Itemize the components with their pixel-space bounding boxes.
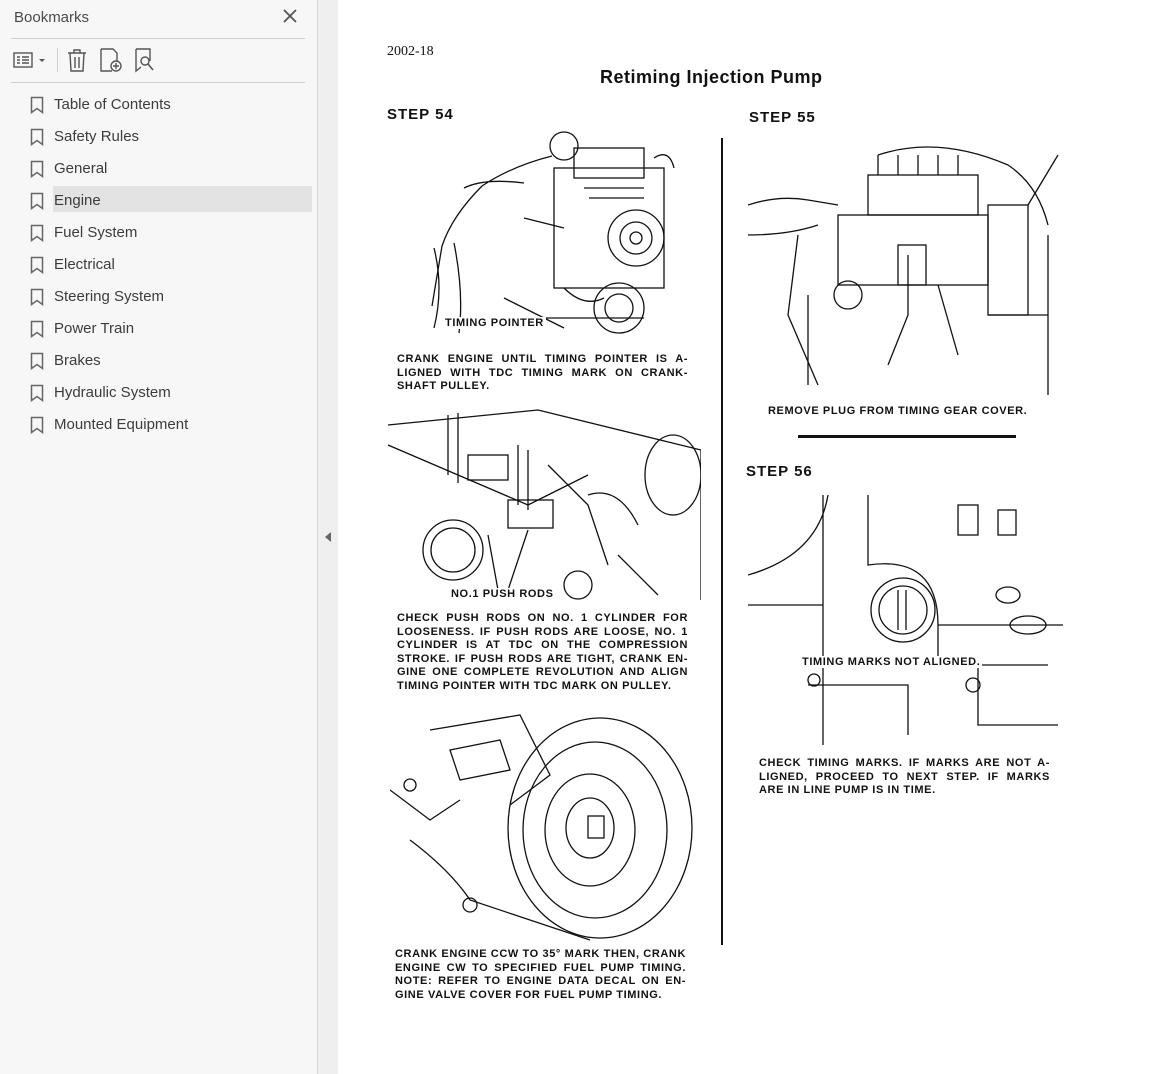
- bookmark-item[interactable]: Table of Contents: [0, 89, 318, 121]
- divider: [11, 38, 305, 39]
- step-54-heading: STEP 54: [387, 106, 454, 123]
- bookmark-label: Brakes: [54, 352, 101, 369]
- bookmark-item[interactable]: Power Train: [0, 313, 318, 345]
- step-54-caption-1: CRANK ENGINE UNTIL TIMING POINTER IS A-L…: [397, 353, 688, 392]
- close-icon[interactable]: [280, 6, 300, 26]
- collapse-arrow-icon[interactable]: [322, 529, 334, 545]
- bookmark-label: General: [54, 160, 108, 177]
- section-divider: [798, 435, 1016, 438]
- bookmark-icon: [30, 96, 44, 114]
- step-54-caption-3: CRANK ENGINE CCW TO 35° MARK THEN, CRANK…: [395, 948, 686, 1001]
- bookmark-icon: [30, 288, 44, 306]
- step-56-heading: STEP 56: [746, 463, 813, 480]
- step-56-caption: CHECK TIMING MARKS. IF MARKS ARE NOT A-L…: [759, 757, 1050, 796]
- bookmark-label: Power Train: [54, 320, 135, 337]
- timing-marks-illustration: [748, 495, 1063, 745]
- options-list-icon[interactable]: [13, 47, 49, 73]
- bookmark-icon: [30, 256, 44, 274]
- bookmark-label: Mounted Equipment: [54, 416, 189, 433]
- bookmark-item[interactable]: Steering System: [0, 281, 318, 313]
- bookmark-item[interactable]: Hydraulic System: [0, 377, 318, 409]
- bookmark-item[interactable]: General: [0, 153, 318, 185]
- injection-pump-illustration: [748, 146, 1059, 395]
- bookmark-label: Hydraulic System: [54, 384, 171, 401]
- bookmarks-panel: Bookmarks Table of Contents Safety Rules G…: [0, 0, 318, 1074]
- column-divider: [721, 138, 723, 945]
- bookmark-list: Table of Contents Safety Rules General Engi…: [0, 89, 318, 441]
- divider: [11, 82, 305, 83]
- bookmark-search-icon[interactable]: [133, 47, 159, 73]
- bookmark-icon: [30, 416, 44, 434]
- step-55-heading: STEP 55: [749, 109, 816, 126]
- bookmark-icon: [30, 192, 44, 210]
- timing-marks-callout: TIMING MARKS NOT ALIGNED.: [800, 656, 983, 668]
- step-55-caption: REMOVE PLUG FROM TIMING GEAR COVER.: [768, 405, 1028, 417]
- bookmark-icon: [30, 160, 44, 178]
- bookmark-item[interactable]: Safety Rules: [0, 121, 318, 153]
- bookmark-item[interactable]: Engine: [0, 185, 318, 217]
- bookmark-label: Electrical: [54, 256, 115, 273]
- crankshaft-pulley-illustration: [390, 714, 693, 941]
- bookmark-label: Fuel System: [54, 224, 138, 241]
- bookmark-icon: [30, 320, 44, 338]
- document-page: 2002-18 Retiming Injection Pump STEP 54 …: [338, 0, 1168, 1074]
- page-title: Retiming Injection Pump: [600, 67, 823, 87]
- panel-title: Bookmarks: [14, 9, 90, 26]
- delete-icon[interactable]: [65, 47, 89, 73]
- bookmark-icon: [30, 224, 44, 242]
- bookmark-label: Steering System: [54, 288, 165, 305]
- push-rods-callout: NO.1 PUSH RODS: [449, 588, 556, 600]
- push-rods-illustration: [388, 409, 701, 600]
- page-number: 2002-18: [387, 44, 434, 59]
- bookmark-item[interactable]: Electrical: [0, 249, 318, 281]
- bookmark-item[interactable]: Fuel System: [0, 217, 318, 249]
- step-54-caption-2: CHECK PUSH RODS ON NO. 1 CYLINDER FOR LO…: [397, 612, 688, 692]
- timing-pointer-callout: TIMING POINTER: [443, 317, 546, 329]
- bookmark-label: Engine: [54, 192, 101, 209]
- toolbar-divider: [57, 48, 58, 72]
- bookmark-icon: [30, 384, 44, 402]
- panel-splitter[interactable]: [318, 0, 338, 1074]
- bookmark-item[interactable]: Mounted Equipment: [0, 409, 318, 441]
- new-bookmark-icon[interactable]: [98, 47, 124, 73]
- mechanic-engine-illustration: [431, 131, 675, 334]
- bookmark-item[interactable]: Brakes: [0, 345, 318, 377]
- bookmark-icon: [30, 352, 44, 370]
- bookmark-label: Safety Rules: [54, 128, 140, 145]
- bookmark-icon: [30, 128, 44, 146]
- bookmark-label: Table of Contents: [54, 96, 171, 113]
